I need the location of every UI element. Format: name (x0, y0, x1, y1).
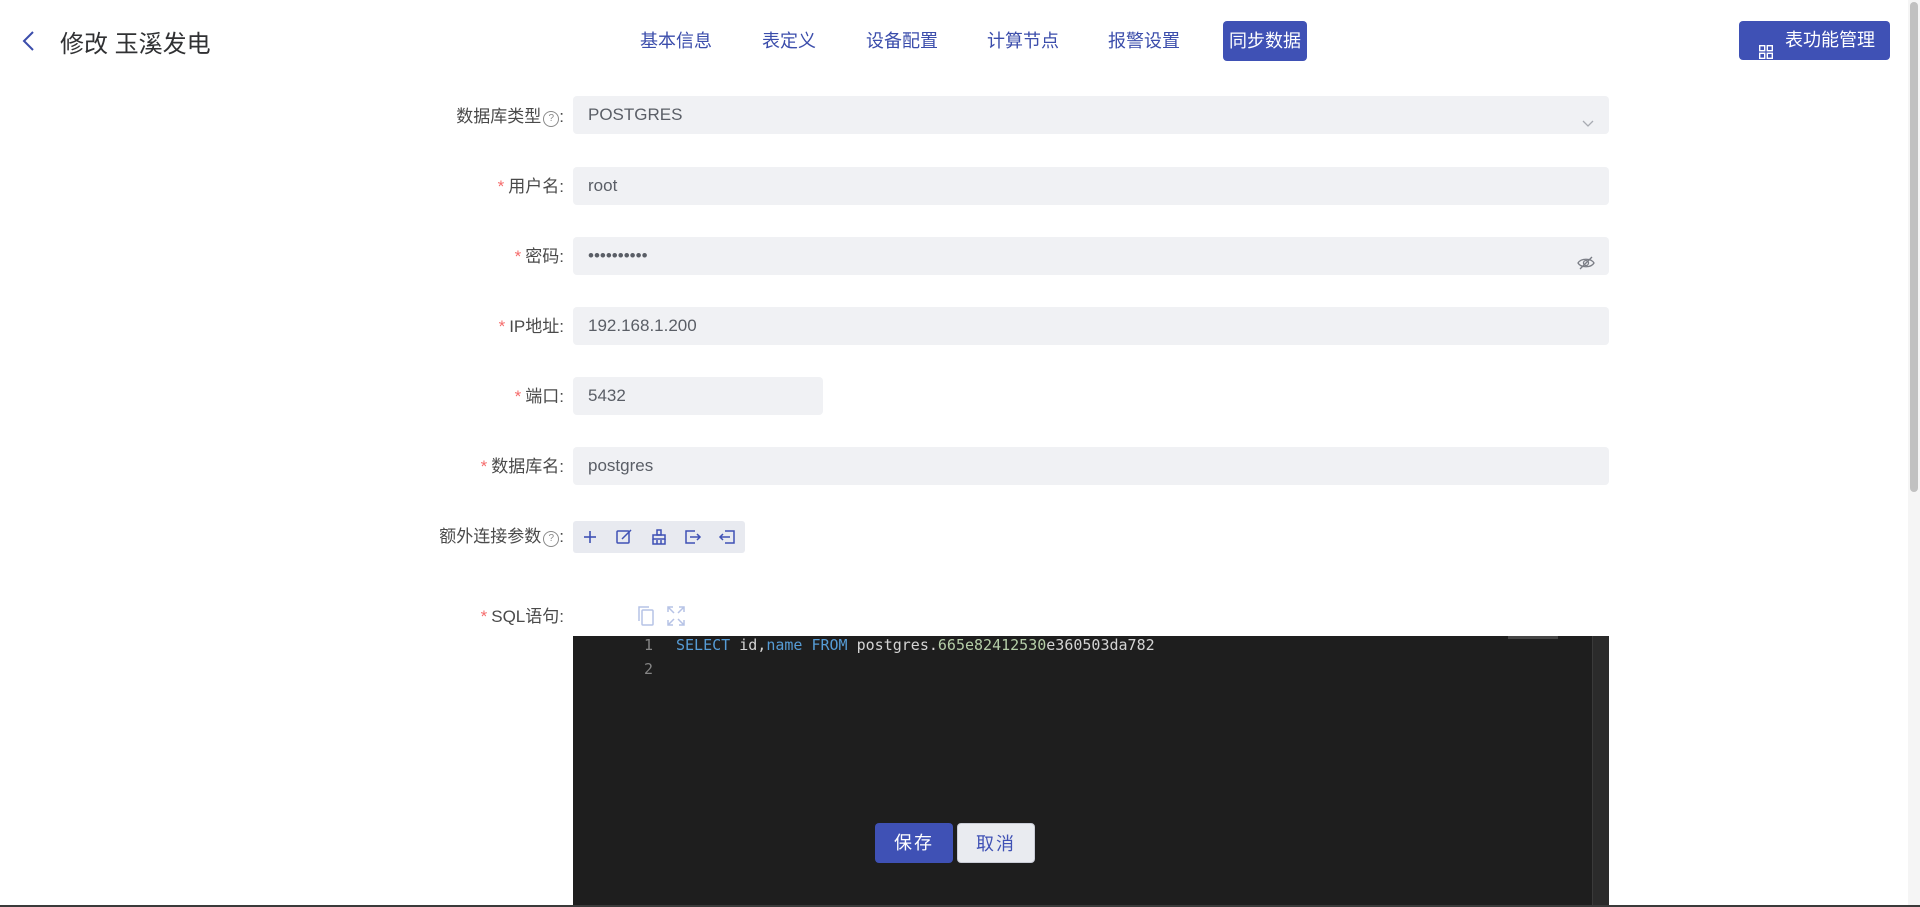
tab-alarm-settings[interactable]: 报警设置 (1108, 21, 1180, 61)
ip-input[interactable]: 192.168.1.200 (573, 307, 1609, 345)
line-number: 2 (643, 660, 653, 678)
editor-scrollbar[interactable] (1592, 636, 1609, 907)
tab-bar: 基本信息 表定义 设备配置 计算节点 报警设置 同步数据 (0, 21, 1920, 61)
username-label: * 用户名: (497, 177, 564, 196)
tab-sync-data[interactable]: 同步数据 (1223, 21, 1307, 61)
table-function-manage-label: 表功能管理 (1785, 30, 1875, 50)
tab-basic-info[interactable]: 基本信息 (640, 21, 712, 61)
help-icon[interactable]: ? (543, 111, 560, 127)
sql-label: * SQL语句: (480, 607, 564, 626)
ip-value: 192.168.1.200 (588, 316, 697, 335)
extra-params-toolbar (573, 521, 745, 553)
import-icon[interactable] (717, 527, 737, 547)
add-icon[interactable] (580, 527, 600, 547)
port-input[interactable]: 5432 (573, 377, 823, 415)
editor-minimap-marker (1508, 636, 1558, 639)
tab-compute-nodes[interactable]: 计算节点 (987, 21, 1059, 61)
code-line[interactable]: SELECT id,name FROM postgres.665e8241253… (676, 636, 1155, 654)
username-input[interactable]: root (573, 167, 1609, 205)
username-value: root (588, 176, 618, 195)
page-scrollbar-thumb[interactable] (1910, 2, 1918, 492)
fullscreen-icon[interactable] (666, 605, 686, 627)
line-number: 1 (643, 636, 653, 654)
cancel-button[interactable]: 取消 (957, 823, 1035, 863)
password-input[interactable]: •••••••••• (573, 237, 1609, 275)
edit-icon[interactable] (614, 527, 634, 547)
extra-params-label: 额外连接参数?: (439, 527, 564, 547)
eye-hidden-icon[interactable] (1577, 247, 1595, 285)
sql-editor[interactable]: 1 2 SELECT id,name FROM postgres.665e824… (573, 636, 1609, 907)
db-type-label: 数据库类型?: (456, 107, 564, 127)
page-scrollbar[interactable] (1908, 0, 1920, 907)
table-function-manage-button[interactable]: 表功能管理 (1739, 21, 1890, 60)
export-icon[interactable] (683, 527, 703, 547)
port-value: 5432 (588, 386, 626, 405)
copy-icon[interactable] (636, 605, 656, 627)
password-value: •••••••••• (588, 246, 648, 265)
grid-icon (1758, 34, 1774, 73)
password-label: * 密码: (514, 247, 564, 266)
tab-device-config[interactable]: 设备配置 (866, 21, 938, 61)
chevron-down-icon (1581, 107, 1595, 145)
save-button[interactable]: 保存 (875, 823, 953, 863)
page-header: 修改 玉溪发电 基本信息 表定义 设备配置 计算节点 报警设置 同步数据 表功能… (0, 0, 1920, 84)
tab-table-definition[interactable]: 表定义 (762, 21, 816, 61)
db-name-value: postgres (588, 456, 654, 475)
clear-brush-icon[interactable] (649, 527, 669, 547)
ip-label: * IP地址: (498, 317, 564, 336)
db-type-value: POSTGRES (588, 105, 683, 124)
help-icon[interactable]: ? (543, 531, 560, 547)
db-type-select[interactable]: POSTGRES (573, 96, 1609, 134)
db-name-input[interactable]: postgres (573, 447, 1609, 485)
port-label: * 端口: (514, 387, 564, 406)
db-name-label: * 数据库名: (480, 457, 564, 476)
